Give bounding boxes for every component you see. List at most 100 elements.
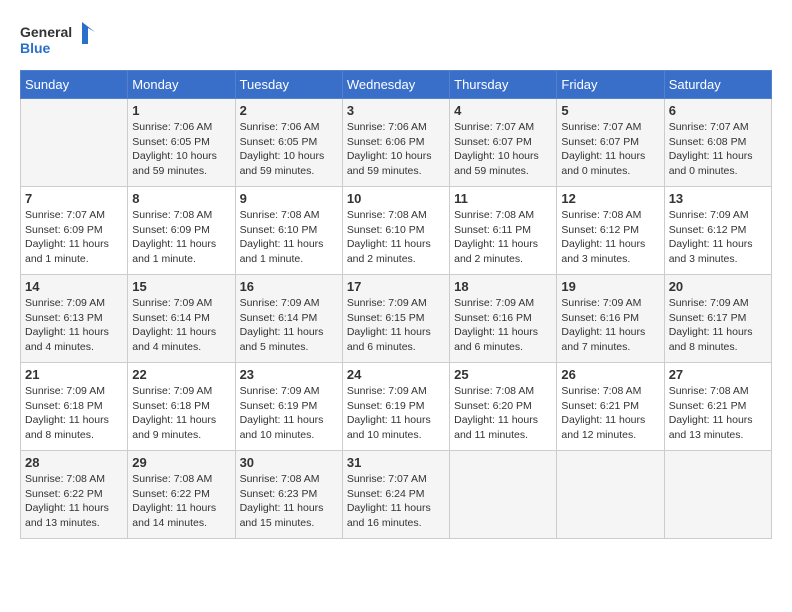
- day-number: 30: [240, 455, 338, 470]
- calendar-cell: 20 Sunrise: 7:09 AM Sunset: 6:17 PM Dayli…: [664, 275, 771, 363]
- day-info: Sunrise: 7:08 AM Sunset: 6:10 PM Dayligh…: [347, 208, 445, 267]
- day-number: 23: [240, 367, 338, 382]
- column-header-wednesday: Wednesday: [342, 71, 449, 99]
- day-number: 3: [347, 103, 445, 118]
- calendar-cell: 24 Sunrise: 7:09 AM Sunset: 6:19 PM Dayli…: [342, 363, 449, 451]
- calendar-cell: 17 Sunrise: 7:09 AM Sunset: 6:15 PM Dayli…: [342, 275, 449, 363]
- day-info: Sunrise: 7:06 AM Sunset: 6:05 PM Dayligh…: [132, 120, 230, 179]
- day-info: Sunrise: 7:09 AM Sunset: 6:19 PM Dayligh…: [240, 384, 338, 443]
- calendar-cell: 30 Sunrise: 7:08 AM Sunset: 6:23 PM Dayli…: [235, 451, 342, 539]
- calendar-cell: 11 Sunrise: 7:08 AM Sunset: 6:11 PM Dayli…: [450, 187, 557, 275]
- day-info: Sunrise: 7:06 AM Sunset: 6:06 PM Dayligh…: [347, 120, 445, 179]
- calendar-cell: 21 Sunrise: 7:09 AM Sunset: 6:18 PM Dayli…: [21, 363, 128, 451]
- day-number: 8: [132, 191, 230, 206]
- day-info: Sunrise: 7:06 AM Sunset: 6:05 PM Dayligh…: [240, 120, 338, 179]
- day-number: 11: [454, 191, 552, 206]
- day-info: Sunrise: 7:09 AM Sunset: 6:13 PM Dayligh…: [25, 296, 123, 355]
- calendar-cell: 25Sunrise: 7:08 AM Sunset: 6:20 PM Dayli…: [450, 363, 557, 451]
- logo-icon: GeneralBlue: [20, 20, 100, 60]
- calendar-cell: 26Sunrise: 7:08 AM Sunset: 6:21 PM Dayli…: [557, 363, 664, 451]
- day-number: 12: [561, 191, 659, 206]
- calendar-cell: 16 Sunrise: 7:09 AM Sunset: 6:14 PM Dayli…: [235, 275, 342, 363]
- calendar-cell: 15Sunrise: 7:09 AM Sunset: 6:14 PM Dayli…: [128, 275, 235, 363]
- day-number: 4: [454, 103, 552, 118]
- day-info: Sunrise: 7:08 AM Sunset: 6:20 PM Dayligh…: [454, 384, 552, 443]
- week-row-1: 1 Sunrise: 7:06 AM Sunset: 6:05 PM Daylig…: [21, 99, 772, 187]
- calendar-cell: 9 Sunrise: 7:08 AM Sunset: 6:10 PM Daylig…: [235, 187, 342, 275]
- day-number: 1: [132, 103, 230, 118]
- day-number: 9: [240, 191, 338, 206]
- day-number: 10: [347, 191, 445, 206]
- calendar-cell: 31 Sunrise: 7:07 AM Sunset: 6:24 PM Dayli…: [342, 451, 449, 539]
- day-info: Sunrise: 7:09 AM Sunset: 6:16 PM Dayligh…: [454, 296, 552, 355]
- day-info: Sunrise: 7:09 AM Sunset: 6:12 PM Dayligh…: [669, 208, 767, 267]
- logo: GeneralBlue: [20, 20, 100, 60]
- day-number: 24: [347, 367, 445, 382]
- day-info: Sunrise: 7:09 AM Sunset: 6:18 PM Dayligh…: [25, 384, 123, 443]
- column-header-sunday: Sunday: [21, 71, 128, 99]
- calendar-cell: [557, 451, 664, 539]
- day-number: 2: [240, 103, 338, 118]
- day-info: Sunrise: 7:08 AM Sunset: 6:11 PM Dayligh…: [454, 208, 552, 267]
- day-number: 16: [240, 279, 338, 294]
- calendar-cell: 4 Sunrise: 7:07 AM Sunset: 6:07 PM Daylig…: [450, 99, 557, 187]
- column-header-friday: Friday: [557, 71, 664, 99]
- day-info: Sunrise: 7:09 AM Sunset: 6:17 PM Dayligh…: [669, 296, 767, 355]
- calendar-cell: [664, 451, 771, 539]
- week-row-3: 14 Sunrise: 7:09 AM Sunset: 6:13 PM Dayli…: [21, 275, 772, 363]
- day-number: 21: [25, 367, 123, 382]
- day-number: 29: [132, 455, 230, 470]
- day-info: Sunrise: 7:09 AM Sunset: 6:19 PM Dayligh…: [347, 384, 445, 443]
- day-number: 22: [132, 367, 230, 382]
- day-info: Sunrise: 7:08 AM Sunset: 6:22 PM Dayligh…: [25, 472, 123, 531]
- day-info: Sunrise: 7:09 AM Sunset: 6:18 PM Dayligh…: [132, 384, 230, 443]
- calendar-cell: 23 Sunrise: 7:09 AM Sunset: 6:19 PM Dayli…: [235, 363, 342, 451]
- day-info: Sunrise: 7:09 AM Sunset: 6:15 PM Dayligh…: [347, 296, 445, 355]
- calendar-cell: 3 Sunrise: 7:06 AM Sunset: 6:06 PM Daylig…: [342, 99, 449, 187]
- day-number: 31: [347, 455, 445, 470]
- day-info: Sunrise: 7:07 AM Sunset: 6:07 PM Dayligh…: [454, 120, 552, 179]
- header-row: SundayMondayTuesdayWednesdayThursdayFrid…: [21, 71, 772, 99]
- calendar-table: SundayMondayTuesdayWednesdayThursdayFrid…: [20, 70, 772, 539]
- day-info: Sunrise: 7:09 AM Sunset: 6:14 PM Dayligh…: [240, 296, 338, 355]
- column-header-thursday: Thursday: [450, 71, 557, 99]
- calendar-cell: 1 Sunrise: 7:06 AM Sunset: 6:05 PM Daylig…: [128, 99, 235, 187]
- calendar-cell: 7 Sunrise: 7:07 AM Sunset: 6:09 PM Daylig…: [21, 187, 128, 275]
- day-number: 7: [25, 191, 123, 206]
- day-info: Sunrise: 7:09 AM Sunset: 6:14 PM Dayligh…: [132, 296, 230, 355]
- day-number: 14: [25, 279, 123, 294]
- calendar-cell: [450, 451, 557, 539]
- week-row-5: 28 Sunrise: 7:08 AM Sunset: 6:22 PM Dayli…: [21, 451, 772, 539]
- calendar-cell: 8 Sunrise: 7:08 AM Sunset: 6:09 PM Daylig…: [128, 187, 235, 275]
- week-row-4: 21 Sunrise: 7:09 AM Sunset: 6:18 PM Dayli…: [21, 363, 772, 451]
- calendar-cell: 19Sunrise: 7:09 AM Sunset: 6:16 PM Dayli…: [557, 275, 664, 363]
- calendar-cell: 27Sunrise: 7:08 AM Sunset: 6:21 PM Dayli…: [664, 363, 771, 451]
- day-number: 13: [669, 191, 767, 206]
- calendar-cell: 2 Sunrise: 7:06 AM Sunset: 6:05 PM Daylig…: [235, 99, 342, 187]
- day-info: Sunrise: 7:08 AM Sunset: 6:23 PM Dayligh…: [240, 472, 338, 531]
- day-info: Sunrise: 7:07 AM Sunset: 6:09 PM Dayligh…: [25, 208, 123, 267]
- day-number: 17: [347, 279, 445, 294]
- day-info: Sunrise: 7:08 AM Sunset: 6:21 PM Dayligh…: [561, 384, 659, 443]
- day-info: Sunrise: 7:07 AM Sunset: 6:08 PM Dayligh…: [669, 120, 767, 179]
- day-info: Sunrise: 7:08 AM Sunset: 6:10 PM Dayligh…: [240, 208, 338, 267]
- day-info: Sunrise: 7:09 AM Sunset: 6:16 PM Dayligh…: [561, 296, 659, 355]
- day-number: 28: [25, 455, 123, 470]
- day-info: Sunrise: 7:07 AM Sunset: 6:24 PM Dayligh…: [347, 472, 445, 531]
- week-row-2: 7 Sunrise: 7:07 AM Sunset: 6:09 PM Daylig…: [21, 187, 772, 275]
- calendar-cell: 18 Sunrise: 7:09 AM Sunset: 6:16 PM Dayli…: [450, 275, 557, 363]
- svg-text:General: General: [20, 24, 72, 40]
- column-header-tuesday: Tuesday: [235, 71, 342, 99]
- calendar-cell: 28 Sunrise: 7:08 AM Sunset: 6:22 PM Dayli…: [21, 451, 128, 539]
- day-number: 18: [454, 279, 552, 294]
- column-header-monday: Monday: [128, 71, 235, 99]
- calendar-cell: 14 Sunrise: 7:09 AM Sunset: 6:13 PM Dayli…: [21, 275, 128, 363]
- day-info: Sunrise: 7:07 AM Sunset: 6:07 PM Dayligh…: [561, 120, 659, 179]
- day-info: Sunrise: 7:08 AM Sunset: 6:09 PM Dayligh…: [132, 208, 230, 267]
- svg-text:Blue: Blue: [20, 40, 51, 56]
- calendar-cell: 10 Sunrise: 7:08 AM Sunset: 6:10 PM Dayli…: [342, 187, 449, 275]
- column-header-saturday: Saturday: [664, 71, 771, 99]
- day-number: 20: [669, 279, 767, 294]
- calendar-cell: 29Sunrise: 7:08 AM Sunset: 6:22 PM Dayli…: [128, 451, 235, 539]
- calendar-cell: 12Sunrise: 7:08 AM Sunset: 6:12 PM Dayli…: [557, 187, 664, 275]
